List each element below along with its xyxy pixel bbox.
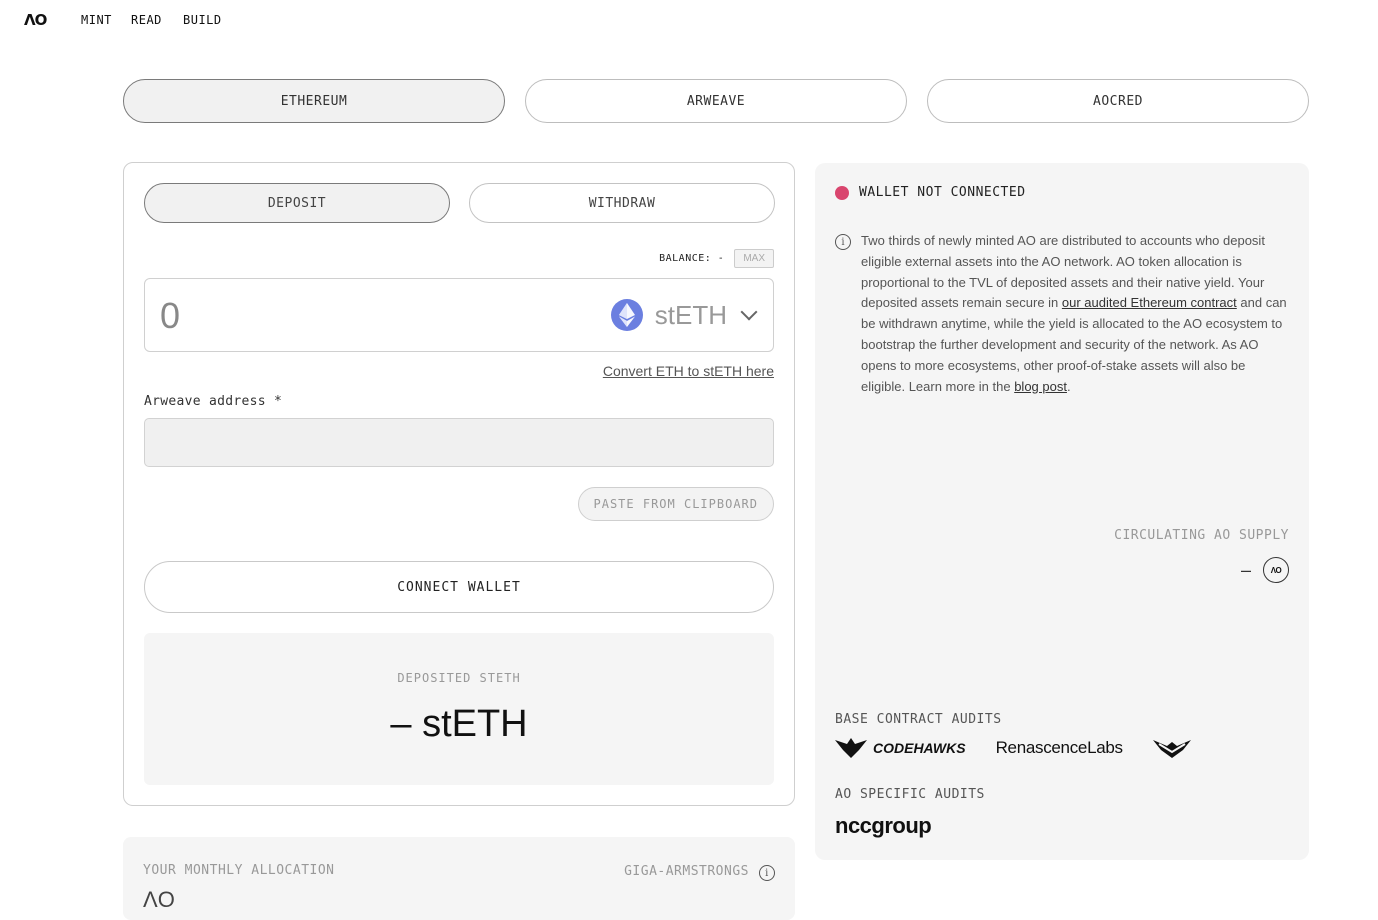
arweave-address-input[interactable] [144,418,774,467]
tab-deposit[interactable]: DEPOSIT [144,183,450,223]
chevron-down-icon [740,303,758,321]
hawk-icon [835,738,867,758]
allocation-label: YOUR MONTHLY ALLOCATION [143,863,335,878]
allocation-value-peek: ΛO [143,887,175,912]
circulating-supply: – ΛO [1241,557,1289,583]
tab-ethereum[interactable]: ETHEREUM [123,79,505,123]
max-button[interactable]: MAX [734,249,774,268]
deposited-panel: DEPOSITED STETH – stETH [144,633,774,785]
codehawks-logo: CODEHAWKS [835,738,966,758]
info-icon: i [835,234,851,250]
amount-input[interactable]: 0 [160,295,180,337]
allocation-card: YOUR MONTHLY ALLOCATION GIGA-ARMSTRONGS … [123,837,795,920]
base-audit-logos: CODEHAWKS RenascenceLabs [835,738,1191,758]
ao-specific-audits-label: AO SPECIFIC AUDITS [835,787,985,802]
tab-arweave[interactable]: ARWEAVE [525,79,907,123]
ao-token-icon: ΛO [1263,557,1289,583]
ethereum-icon [610,299,643,331]
allocation-user: GIGA-ARMSTRONGS i [624,862,775,881]
info-paragraph: i Two thirds of newly minted AO are dist… [835,231,1289,397]
token-name: stETH [654,299,727,330]
info-card: WALLET NOT CONNECTED i Two thirds of new… [815,163,1309,860]
arweave-address-label: Arweave address * [144,394,283,409]
deposited-value: – stETH [390,703,528,745]
wallet-status: WALLET NOT CONNECTED [835,185,1026,200]
deposited-label: DEPOSITED STETH [397,671,521,685]
ao-logo[interactable]: ΛO [24,11,47,29]
balance-label: BALANCE: - [659,253,725,264]
status-dot-icon [835,185,849,200]
codehawks-text: CODEHAWKS [873,740,966,756]
wings-logo-icon [1152,740,1191,758]
paste-from-clipboard-button[interactable]: PASTE FROM CLIPBOARD [577,487,774,521]
amount-input-box[interactable]: 0 stETH [144,278,774,352]
info-text-part: . [1066,378,1071,394]
circulating-supply-label: CIRCULATING AO SUPPLY [1114,528,1289,543]
token-select[interactable]: stETH [610,299,758,331]
connect-wallet-button[interactable]: CONNECT WALLET [144,561,774,613]
info-icon[interactable]: i [759,865,775,881]
renascence-logo: RenascenceLabs [995,738,1123,757]
nav-link-build[interactable]: BUILD [183,13,222,27]
nav-link-read[interactable]: READ [131,13,162,27]
allocation-username: GIGA-ARMSTRONGS [624,864,749,879]
tab-aocred[interactable]: AOCRED [927,79,1309,123]
nccgroup-logo: nccgroup [835,813,932,838]
circulating-supply-value: – [1240,559,1251,580]
wallet-status-text: WALLET NOT CONNECTED [859,185,1026,200]
tab-withdraw[interactable]: WITHDRAW [469,183,775,223]
top-nav: ΛO MINT READ BUILD [0,0,1378,40]
base-audits-label: BASE CONTRACT AUDITS [835,712,1002,727]
audited-contract-link[interactable]: our audited Ethereum contract [1062,295,1237,310]
deposit-card: DEPOSIT WITHDRAW BALANCE: - MAX 0 stETH … [123,162,795,806]
nav-link-mint[interactable]: MINT [81,13,112,27]
blog-post-link[interactable]: blog post [1014,379,1067,394]
balance-row: BALANCE: - MAX [659,249,774,268]
convert-eth-link[interactable]: Convert ETH to stETH here [603,363,774,379]
info-text: Two thirds of newly minted AO are distri… [861,231,1289,397]
